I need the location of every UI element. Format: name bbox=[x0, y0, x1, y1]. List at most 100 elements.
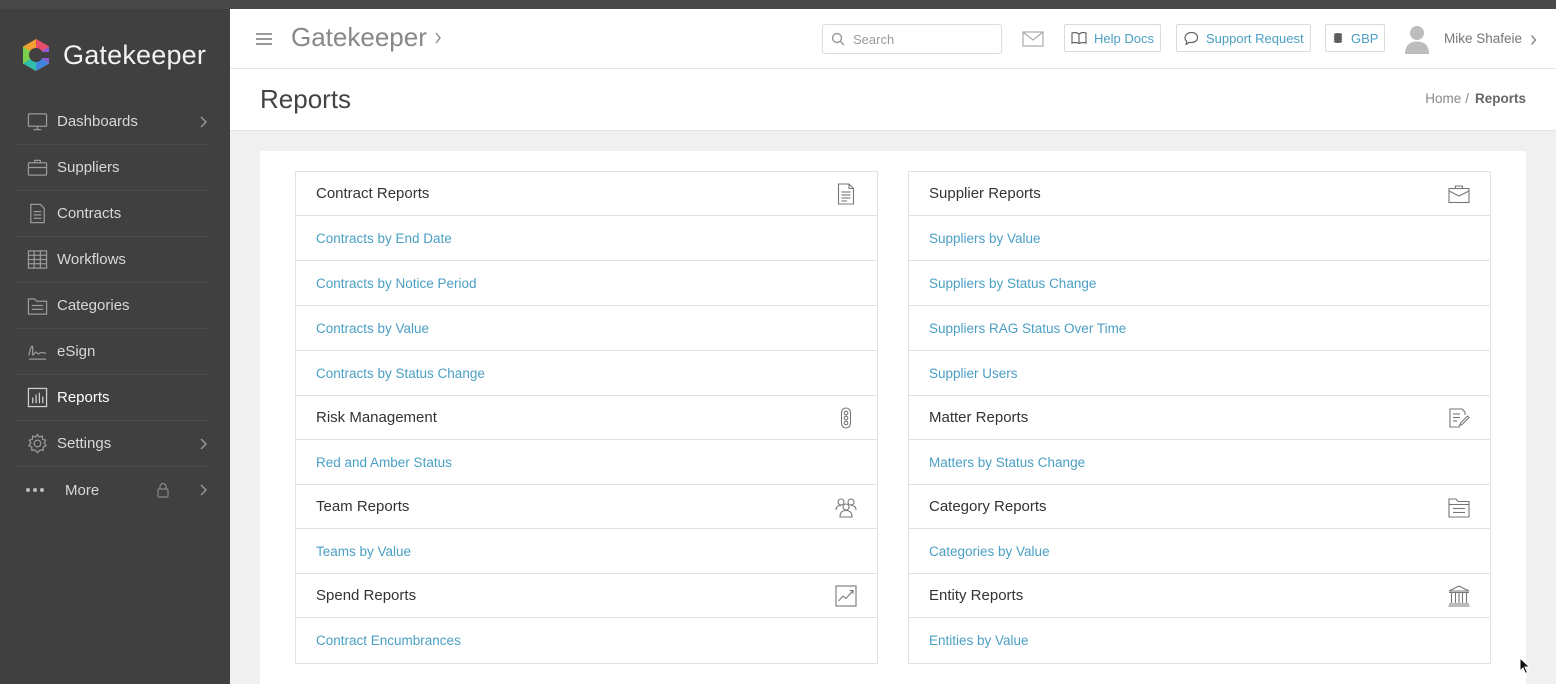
sidebar-item-workflows[interactable]: Workflows bbox=[16, 237, 208, 283]
section-title: Matter Reports bbox=[929, 409, 1029, 426]
search-box[interactable] bbox=[822, 24, 1002, 54]
section-title: Entity Reports bbox=[929, 587, 1024, 604]
report-link-contracts-by-notice-period[interactable]: Contracts by Notice Period bbox=[296, 261, 877, 306]
report-link-contract-encumbrances[interactable]: Contract Encumbrances bbox=[296, 618, 877, 663]
sidebar-item-more[interactable]: More bbox=[16, 467, 208, 513]
report-link-red-and-amber-status[interactable]: Red and Amber Status bbox=[296, 440, 877, 485]
report-link-suppliers-by-value[interactable]: Suppliers by Value bbox=[909, 216, 1490, 261]
sidebar-item-label: Suppliers bbox=[57, 159, 120, 176]
dots-icon bbox=[26, 488, 44, 492]
sidebar-item-label: Categories bbox=[57, 297, 130, 314]
section-header-supplier-reports: Supplier Reports bbox=[909, 172, 1490, 216]
report-link-teams-by-value[interactable]: Teams by Value bbox=[296, 529, 877, 574]
cabinet-icon bbox=[26, 295, 48, 317]
window-top-strip bbox=[0, 0, 1556, 9]
report-link-label: Suppliers by Value bbox=[929, 230, 1041, 246]
section-title: Supplier Reports bbox=[929, 185, 1041, 202]
search-input[interactable] bbox=[853, 31, 993, 47]
sidebar-item-label: eSign bbox=[57, 343, 96, 360]
section-title: Team Reports bbox=[316, 498, 410, 515]
sidebar-item-label: Reports bbox=[57, 389, 110, 406]
avatar[interactable] bbox=[1404, 23, 1430, 55]
sidebar-item-label: Settings bbox=[57, 435, 112, 452]
help-docs-label: Help Docs bbox=[1094, 30, 1154, 46]
support-request-button[interactable]: Support Request bbox=[1176, 24, 1311, 52]
report-link-label: Contracts by Value bbox=[316, 320, 430, 336]
app-title[interactable]: Gatekeeper bbox=[291, 22, 427, 53]
sidebar: Gatekeeper Dashboards Suppliers Contract… bbox=[0, 9, 230, 684]
page-title: Reports bbox=[260, 84, 352, 114]
report-link-suppliers-rag-status-over-time[interactable]: Suppliers RAG Status Over Time bbox=[909, 306, 1490, 351]
sidebar-item-settings[interactable]: Settings bbox=[16, 421, 208, 467]
brand-name: Gatekeeper bbox=[63, 39, 207, 70]
section-header-spend-reports: Spend Reports bbox=[296, 574, 877, 618]
section-header-entity-reports: Entity Reports bbox=[909, 574, 1490, 618]
currency-button[interactable]: GBP bbox=[1325, 24, 1386, 52]
reports-column-left: Contract Reports Contracts by End Date C… bbox=[295, 171, 878, 664]
gatekeeper-logo-icon bbox=[23, 39, 49, 71]
monitor-icon bbox=[26, 111, 48, 133]
report-link-label: Contracts by Status Change bbox=[316, 365, 485, 381]
briefcase-icon bbox=[1448, 183, 1470, 205]
user-name[interactable]: Mike Shafeie bbox=[1444, 31, 1522, 46]
signature-icon bbox=[26, 341, 48, 363]
team-icon bbox=[835, 496, 857, 518]
report-link-contracts-by-end-date[interactable]: Contracts by End Date bbox=[296, 216, 877, 261]
sidebar-item-label: Dashboards bbox=[57, 113, 138, 130]
breadcrumb-separator: / bbox=[1465, 91, 1469, 106]
lock-icon bbox=[156, 482, 170, 498]
trend-chart-icon bbox=[835, 585, 857, 607]
report-link-label: Suppliers RAG Status Over Time bbox=[929, 320, 1127, 336]
traffic-light-icon bbox=[835, 407, 857, 429]
report-link-categories-by-value[interactable]: Categories by Value bbox=[909, 529, 1490, 574]
report-link-entities-by-value[interactable]: Entities by Value bbox=[909, 618, 1490, 663]
report-link-matters-by-status-change[interactable]: Matters by Status Change bbox=[909, 440, 1490, 485]
page-header: Reports Home / Reports bbox=[230, 69, 1556, 131]
sidebar-item-label: More bbox=[65, 481, 100, 499]
edit-document-icon bbox=[1448, 407, 1470, 429]
sidebar-item-label: Workflows bbox=[57, 251, 126, 268]
sidebar-item-esign[interactable]: eSign bbox=[16, 329, 208, 375]
section-title: Contract Reports bbox=[316, 185, 430, 202]
sidebar-item-categories[interactable]: Categories bbox=[16, 283, 208, 329]
sidebar-nav: Dashboards Suppliers Contracts Workflows bbox=[0, 99, 230, 513]
chevron-right-icon bbox=[198, 115, 208, 129]
report-link-label: Teams by Value bbox=[316, 543, 412, 559]
section-header-contract-reports: Contract Reports bbox=[296, 172, 877, 216]
messages-envelope-icon[interactable] bbox=[1021, 30, 1045, 48]
chevron-right-icon bbox=[198, 483, 208, 497]
speech-bubble-icon bbox=[1184, 31, 1199, 45]
section-header-matter-reports: Matter Reports bbox=[909, 396, 1490, 440]
book-icon bbox=[1071, 31, 1087, 45]
section-title: Risk Management bbox=[316, 409, 437, 426]
briefcase-icon bbox=[26, 157, 48, 179]
gear-icon bbox=[26, 433, 48, 455]
report-link-suppliers-by-status-change[interactable]: Suppliers by Status Change bbox=[909, 261, 1490, 306]
breadcrumb-home[interactable]: Home bbox=[1425, 91, 1461, 106]
bank-icon bbox=[1448, 585, 1470, 607]
report-link-contracts-by-status-change[interactable]: Contracts by Status Change bbox=[296, 351, 877, 396]
report-link-label: Matters by Status Change bbox=[929, 454, 1086, 470]
section-header-risk-management: Risk Management bbox=[296, 396, 877, 440]
help-docs-button[interactable]: Help Docs bbox=[1064, 24, 1161, 52]
coin-stack-icon bbox=[1333, 32, 1343, 44]
currency-label: GBP bbox=[1351, 30, 1379, 46]
sidebar-item-contracts[interactable]: Contracts bbox=[16, 191, 208, 237]
report-link-label: Supplier Users bbox=[929, 365, 1018, 381]
document-icon bbox=[26, 203, 48, 225]
hamburger-menu-icon[interactable] bbox=[256, 33, 272, 45]
sidebar-item-suppliers[interactable]: Suppliers bbox=[16, 145, 208, 191]
sidebar-item-dashboards[interactable]: Dashboards bbox=[16, 99, 208, 145]
cabinet-icon bbox=[1448, 496, 1470, 518]
brand-logo[interactable]: Gatekeeper bbox=[18, 35, 206, 75]
report-link-label: Contracts by Notice Period bbox=[316, 275, 477, 291]
chevron-right-icon[interactable] bbox=[1530, 33, 1537, 45]
report-link-contracts-by-value[interactable]: Contracts by Value bbox=[296, 306, 877, 351]
report-link-supplier-users[interactable]: Supplier Users bbox=[909, 351, 1490, 396]
sidebar-item-reports[interactable]: Reports bbox=[16, 375, 208, 421]
section-header-category-reports: Category Reports bbox=[909, 485, 1490, 529]
chevron-right-icon[interactable] bbox=[434, 31, 442, 45]
section-title: Category Reports bbox=[929, 498, 1047, 515]
report-link-label: Red and Amber Status bbox=[316, 454, 452, 470]
document-icon bbox=[835, 183, 857, 205]
